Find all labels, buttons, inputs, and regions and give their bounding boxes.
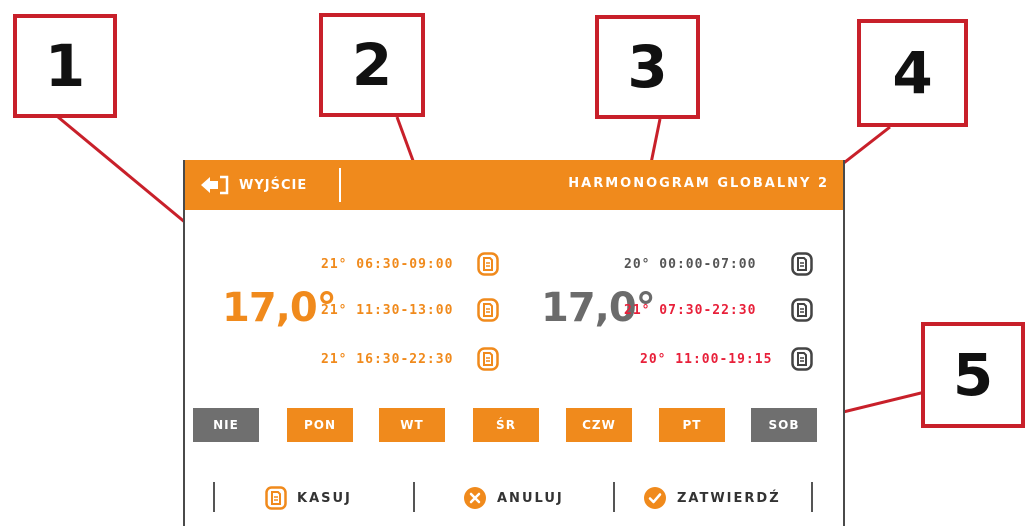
page-title: HARMONOGRAM GLOBALNY 2 [568,176,829,191]
exit-icon [201,175,229,195]
left-period-2[interactable]: 21° 11:30-13:00 [321,303,453,318]
right-period-2[interactable]: 21° 07:30-22:30 [624,303,756,318]
callout-2: 2 [319,13,425,117]
day-button-sr[interactable]: ŚR [473,408,539,442]
right-period-3[interactable]: 20° 11:00-19:15 [640,352,772,367]
cancel-label: ANULUJ [497,490,564,506]
left-period-1[interactable]: 21° 06:30-09:00 [321,257,453,272]
left-period-3-copy-icon[interactable] [477,347,499,371]
exit-label: WYJŚCIE [239,177,308,193]
callout-5: 5 [921,322,1025,428]
action-separator [413,482,415,512]
action-separator [811,482,813,512]
right-period-1[interactable]: 20° 00:00-07:00 [624,257,756,272]
callout-3: 3 [595,15,700,119]
right-period-3-copy-icon[interactable] [791,347,813,371]
day-button-nie[interactable]: NIE [193,408,259,442]
right-period-2-copy-icon[interactable] [791,298,813,322]
day-button-sob[interactable]: SOB [751,408,817,442]
top-bar-divider [339,168,341,202]
left-period-3[interactable]: 21° 16:30-22:30 [321,352,453,367]
delete-button[interactable]: KASUJ [265,484,352,512]
callout-1: 1 [13,14,117,118]
right-period-1-copy-icon[interactable] [791,252,813,276]
callout-4: 4 [857,19,968,127]
cancel-icon [464,487,486,509]
left-period-2-copy-icon[interactable] [477,298,499,322]
document-icon [265,486,287,510]
exit-button[interactable]: WYJŚCIE [199,171,307,199]
day-button-pon[interactable]: PON [287,408,353,442]
confirm-button[interactable]: ZATWIERDŹ [643,484,781,512]
left-period-1-copy-icon[interactable] [477,252,499,276]
day-button-wt[interactable]: WT [379,408,445,442]
confirm-label: ZATWIERDŹ [677,490,781,506]
day-button-pt[interactable]: PT [659,408,725,442]
checkmark-icon [644,487,666,509]
action-separator [613,482,615,512]
cancel-button[interactable]: ANULUJ [463,484,564,512]
action-separator [213,482,215,512]
top-bar: WYJŚCIE HARMONOGRAM GLOBALNY 2 [185,160,843,210]
day-button-czw[interactable]: CZW [566,408,632,442]
bottom-action-bar: KASUJ ANULUJ ZATWIERDŹ [185,470,843,526]
left-current-temperature: 17,0° [222,285,337,331]
schedule-screen: WYJŚCIE HARMONOGRAM GLOBALNY 2 17,0° 21°… [183,160,845,526]
delete-label: KASUJ [297,490,352,506]
